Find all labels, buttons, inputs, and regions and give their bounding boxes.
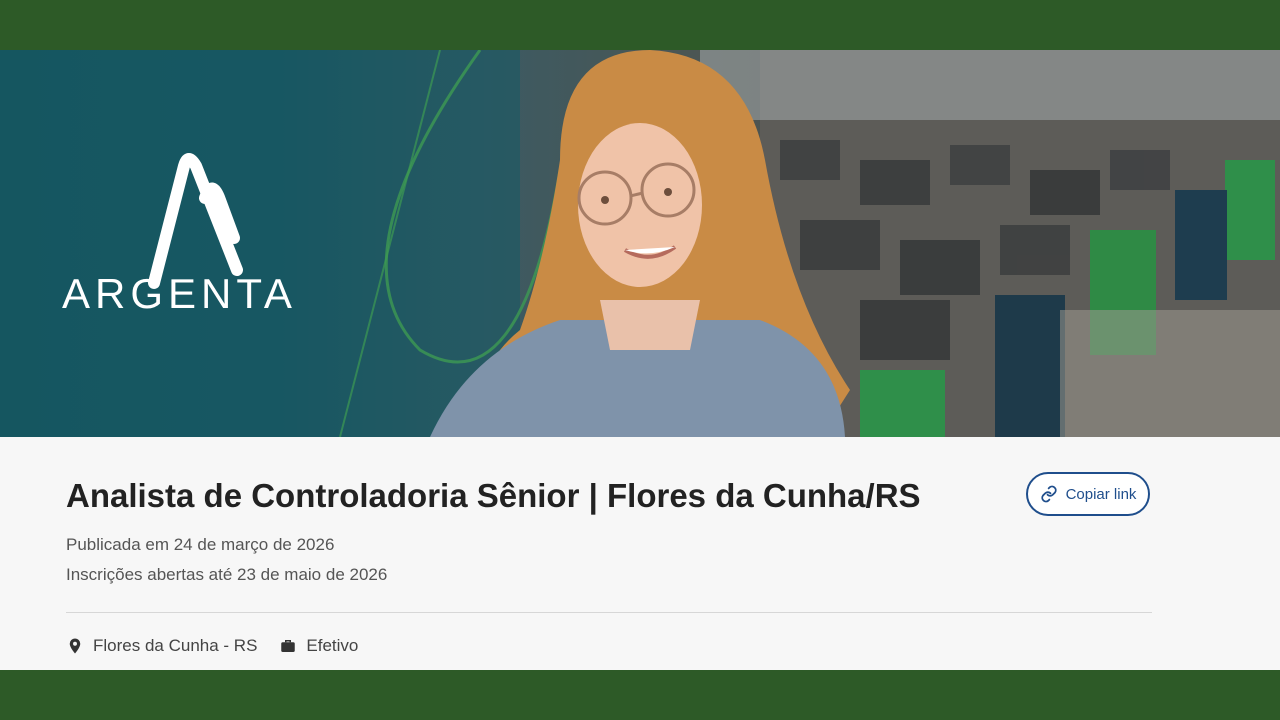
published-date: Publicada em 24 de março de 2026 [66,535,335,554]
application-deadline: Inscrições abertas até 23 de maio de 202… [66,565,388,584]
contract-label: Efetivo [306,636,359,655]
copy-link-label: Copiar link [1065,485,1137,503]
brand-wordmark: ARGENTA [62,270,297,317]
briefcase-icon [281,640,296,652]
job-tags: Flores da Cunha - RS Efetivo [66,636,358,656]
location-tag: Flores da Cunha - RS [66,636,257,656]
link-icon [1040,485,1057,503]
contract-tag: Efetivo [279,636,358,656]
map-pin-icon [69,638,81,654]
hero-banner: ARGENTA [0,50,1280,437]
job-title: Analista de Controladoria Sênior | Flore… [66,477,921,514]
location-label: Flores da Cunha - RS [93,636,258,655]
top-frame-bar [0,0,1280,50]
divider [66,612,1152,613]
copy-link-button[interactable]: Copiar link [1026,472,1150,516]
bottom-frame-bar [0,670,1280,720]
